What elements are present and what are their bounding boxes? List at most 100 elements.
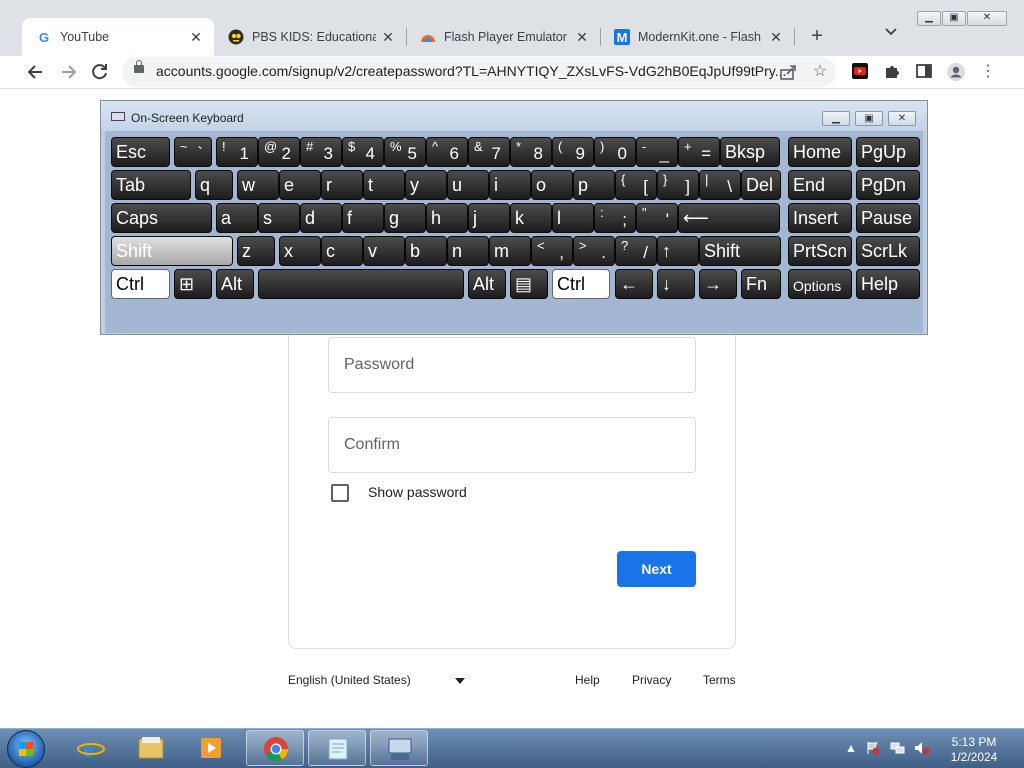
osk-key-Options[interactable]: Options bbox=[788, 269, 852, 299]
osk-key-s[interactable]: s bbox=[258, 203, 300, 233]
youtube-extension-icon[interactable] bbox=[850, 62, 870, 82]
profile-avatar-icon[interactable] bbox=[946, 62, 966, 82]
on-screen-keyboard-taskbar-button[interactable] bbox=[370, 730, 428, 766]
osk-key-q[interactable]: q bbox=[195, 170, 233, 200]
menu-kebab-icon[interactable]: ⋮ bbox=[978, 62, 998, 82]
osk-key-Alt[interactable]: Alt bbox=[468, 269, 506, 299]
osk-key-n[interactable]: n bbox=[447, 236, 489, 266]
restore-button[interactable]: ▣ bbox=[942, 11, 966, 26]
osk-key-g[interactable]: g bbox=[384, 203, 426, 233]
osk-key-a[interactable]: a bbox=[216, 203, 258, 233]
media-player-taskbar-button[interactable] bbox=[182, 730, 240, 766]
osk-key-k[interactable]: k bbox=[510, 203, 552, 233]
osk-key-Fn[interactable]: Fn bbox=[741, 269, 781, 299]
minimize-button[interactable]: ▁ bbox=[917, 11, 941, 26]
reload-icon[interactable] bbox=[88, 60, 112, 84]
osk-key-z[interactable]: z bbox=[237, 236, 275, 266]
osk-key-v[interactable]: v bbox=[363, 236, 405, 266]
password-field[interactable]: Password bbox=[328, 337, 696, 393]
url-text[interactable]: accounts.google.com/signup/v2/createpass… bbox=[156, 63, 786, 79]
forward-arrow-icon[interactable] bbox=[56, 60, 80, 84]
osk-key-Home[interactable]: Home bbox=[788, 137, 852, 167]
osk-key-u[interactable]: u bbox=[447, 170, 489, 200]
osk-key-4[interactable]: $4 bbox=[342, 137, 384, 167]
osk-key-↑[interactable]: ↑ bbox=[657, 236, 699, 266]
share-icon[interactable] bbox=[778, 62, 798, 82]
osk-key-Shift[interactable]: Shift bbox=[111, 236, 233, 266]
osk-key-→[interactable]: → bbox=[699, 269, 737, 299]
back-arrow-icon[interactable] bbox=[24, 60, 48, 84]
osk-key-w[interactable]: w bbox=[237, 170, 279, 200]
osk-title-bar[interactable]: On-Screen Keyboard ▁ ▣ ✕ bbox=[101, 101, 927, 131]
close-tab-icon[interactable]: ✕ bbox=[376, 29, 400, 46]
tab-search-chevron-icon[interactable] bbox=[884, 26, 898, 40]
privacy-link[interactable]: Privacy bbox=[632, 673, 671, 687]
notepad-taskbar-button[interactable] bbox=[308, 730, 366, 766]
osk-key-space[interactable] bbox=[258, 269, 464, 299]
network-icon[interactable] bbox=[890, 741, 905, 755]
osk-key-,[interactable]: <, bbox=[531, 236, 573, 266]
tab-pbs-kids[interactable]: PBS KIDS: Educational G ✕ bbox=[214, 18, 406, 56]
internet-explorer-taskbar-button[interactable]: e bbox=[62, 730, 120, 766]
osk-close-button[interactable]: ✕ bbox=[888, 111, 916, 126]
show-hidden-icons-arrow-icon[interactable]: ▲ bbox=[844, 741, 858, 755]
side-panel-icon[interactable] bbox=[914, 62, 934, 82]
osk-key-PrtScn[interactable]: PrtScn bbox=[788, 236, 852, 266]
osk-key-=[interactable]: + = bbox=[678, 137, 720, 167]
chrome-taskbar-button[interactable] bbox=[246, 730, 304, 766]
osk-key-Tab[interactable]: Tab bbox=[111, 170, 191, 200]
osk-key-e[interactable]: e bbox=[279, 170, 321, 200]
close-window-button[interactable]: ✕ bbox=[967, 11, 1007, 26]
osk-key-r[interactable]: r bbox=[321, 170, 363, 200]
osk-key-j[interactable]: j bbox=[468, 203, 510, 233]
osk-key-`[interactable]: ~ ` bbox=[174, 137, 212, 167]
osk-key-⟵[interactable]: ⟵ bbox=[678, 203, 780, 233]
osk-key-[[interactable]: {[ bbox=[615, 170, 657, 200]
osk-key-p[interactable]: p bbox=[573, 170, 615, 200]
osk-key-End[interactable]: End bbox=[788, 170, 852, 200]
osk-key-▤[interactable]: ▤ bbox=[510, 269, 548, 299]
close-tab-icon[interactable]: ✕ bbox=[184, 29, 208, 46]
osk-key-d[interactable]: d bbox=[300, 203, 342, 233]
osk-key-Ctrl[interactable]: Ctrl bbox=[552, 269, 610, 299]
new-tab-button[interactable]: + bbox=[806, 26, 828, 48]
osk-key-h[interactable]: h bbox=[426, 203, 468, 233]
osk-key-6[interactable]: ^ 6 bbox=[426, 137, 468, 167]
osk-key-Ctrl[interactable]: Ctrl bbox=[111, 269, 170, 299]
osk-key-3[interactable]: #3 bbox=[300, 137, 342, 167]
osk-key-PgDn[interactable]: PgDn bbox=[856, 170, 920, 200]
close-tab-icon[interactable]: ✕ bbox=[570, 29, 594, 46]
osk-key-Shift[interactable]: Shift bbox=[699, 236, 781, 266]
osk-key-i[interactable]: i bbox=[489, 170, 531, 200]
osk-key-PgUp[interactable]: PgUp bbox=[856, 137, 920, 167]
osk-key-.[interactable]: >. bbox=[573, 236, 615, 266]
osk-key-b[interactable]: b bbox=[405, 236, 447, 266]
help-link[interactable]: Help bbox=[575, 673, 600, 687]
osk-key-l[interactable]: l bbox=[552, 203, 594, 233]
osk-key-⊞[interactable]: ⊞ bbox=[174, 269, 212, 299]
close-tab-icon[interactable]: ✕ bbox=[764, 29, 788, 46]
osk-key-Help[interactable]: Help bbox=[856, 269, 920, 299]
tab-youtube[interactable]: G YouTube ✕ bbox=[22, 18, 214, 56]
osk-key-\[interactable]: | \ bbox=[699, 170, 741, 200]
language-selector[interactable]: English (United States) bbox=[288, 673, 411, 687]
osk-key-Insert[interactable]: Insert bbox=[788, 203, 852, 233]
osk-key-9[interactable]: (9 bbox=[552, 137, 594, 167]
osk-key-m[interactable]: m bbox=[489, 236, 531, 266]
osk-key-t[interactable]: t bbox=[363, 170, 405, 200]
osk-key-_[interactable]: - _ bbox=[636, 137, 678, 167]
lock-icon[interactable] bbox=[134, 60, 144, 73]
dropdown-arrow-icon[interactable] bbox=[455, 678, 465, 684]
extensions-puzzle-icon[interactable] bbox=[882, 62, 902, 82]
osk-key-2[interactable]: @2 bbox=[258, 137, 300, 167]
osk-key-Pause[interactable]: Pause bbox=[856, 203, 920, 233]
confirm-field[interactable]: Confirm bbox=[328, 417, 696, 473]
osk-key-←[interactable]: ← bbox=[615, 269, 653, 299]
osk-key-5[interactable]: % 5 bbox=[384, 137, 426, 167]
osk-key-Alt[interactable]: Alt bbox=[216, 269, 254, 299]
action-center-flag-icon[interactable] bbox=[866, 741, 880, 755]
osk-key-;[interactable]: :; bbox=[594, 203, 636, 233]
osk-key-↓[interactable]: ↓ bbox=[657, 269, 695, 299]
osk-key-/[interactable]: ? / bbox=[615, 236, 657, 266]
osk-key-c[interactable]: c bbox=[321, 236, 363, 266]
